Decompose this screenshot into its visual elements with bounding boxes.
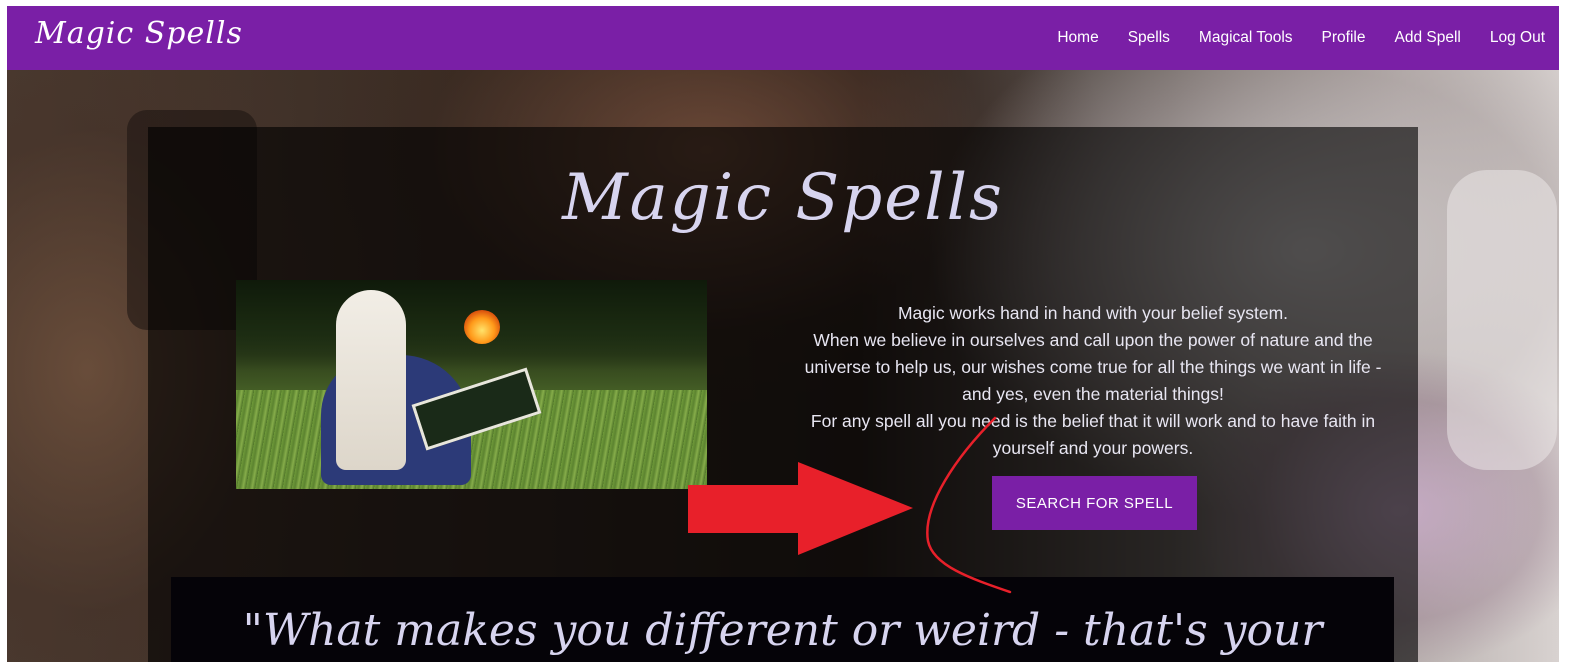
hero-witch-image	[236, 280, 707, 489]
nav-magical-tools[interactable]: Magical Tools	[1199, 29, 1293, 47]
nav-links: Home Spells Magical Tools Profile Add Sp…	[1057, 6, 1545, 70]
nav-add-spell[interactable]: Add Spell	[1394, 29, 1460, 47]
page-frame: Magic Spells Home Spells Magical Tools P…	[7, 6, 1559, 662]
nav-spells[interactable]: Spells	[1128, 29, 1170, 47]
nav-home[interactable]: Home	[1057, 29, 1098, 47]
hero-text-line: For any spell all you need is the belief…	[810, 411, 1376, 458]
hero-description: Magic works hand in hand with your belie…	[788, 300, 1398, 462]
image-hair	[336, 290, 406, 470]
hero-text-line: Magic works hand in hand with your belie…	[897, 303, 1289, 323]
navbar: Magic Spells Home Spells Magical Tools P…	[7, 6, 1559, 70]
hero-title: Magic Spells	[562, 161, 1004, 235]
background-detail	[1447, 170, 1557, 470]
quote-box: "What makes you different or weird - tha…	[171, 577, 1394, 662]
hero-text-line: When we believe in ourselves and call up…	[804, 330, 1382, 404]
image-fireball	[464, 310, 500, 344]
nav-log-out[interactable]: Log Out	[1490, 29, 1545, 47]
brand-logo[interactable]: Magic Spells	[35, 16, 243, 51]
quote-text: "What makes you different or weird - tha…	[242, 605, 1323, 656]
search-for-spell-button[interactable]: SEARCH FOR SPELL	[992, 476, 1197, 530]
nav-profile[interactable]: Profile	[1322, 29, 1366, 47]
